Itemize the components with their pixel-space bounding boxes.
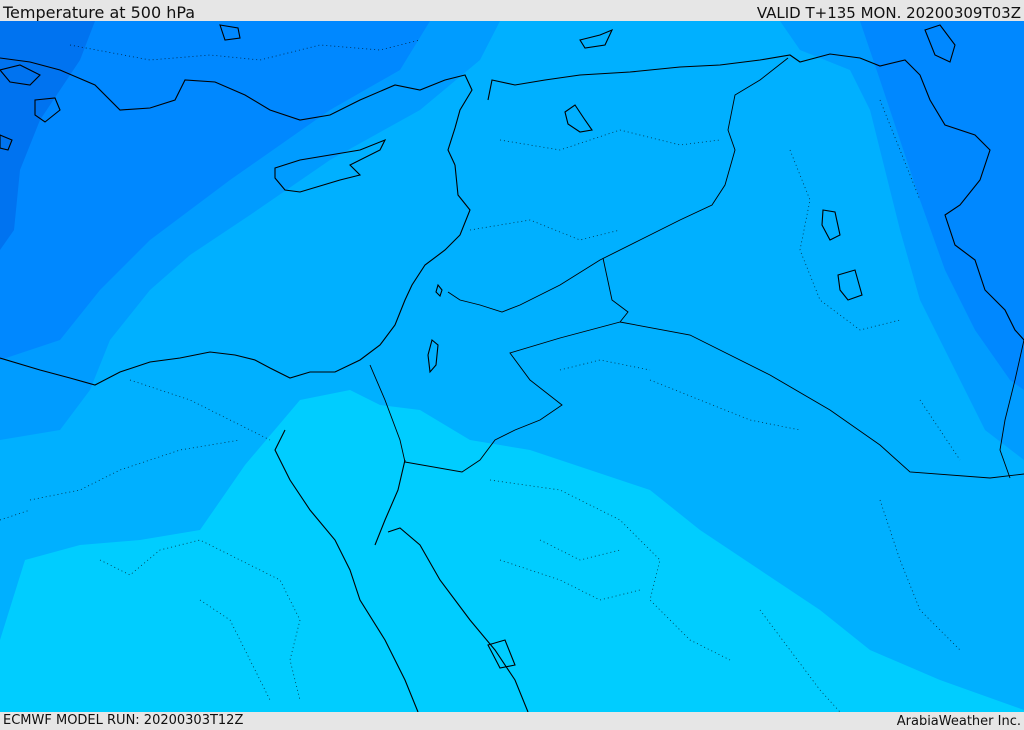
header-bar: Temperature at 500 hPa VALID T+135 MON. … <box>0 0 1024 22</box>
valid-time: VALID T+135 MON. 20200309T03Z <box>756 4 1021 22</box>
credit-label: ArabiaWeather Inc. <box>896 714 1021 729</box>
map-title: Temperature at 500 hPa <box>3 3 196 22</box>
map-canvas <box>0 21 1024 712</box>
temperature-map[interactable] <box>0 21 1024 712</box>
footer-bar: ECMWF MODEL RUN: 20200303T12Z ArabiaWeat… <box>0 712 1024 729</box>
model-run-label: ECMWF MODEL RUN: 20200303T12Z <box>3 713 244 728</box>
